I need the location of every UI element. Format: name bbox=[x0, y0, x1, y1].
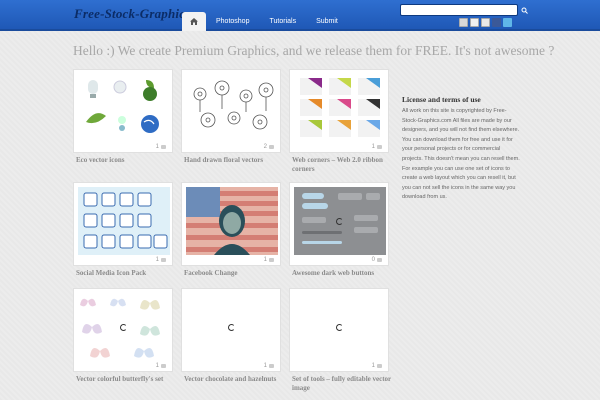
card-web-corners[interactable]: 1 bbox=[289, 69, 389, 153]
caption-floral-vectors[interactable]: Hand drawn floral vectors bbox=[184, 156, 292, 165]
card-chocolate-hazelnuts[interactable]: 1 bbox=[181, 288, 281, 372]
rss-icon[interactable] bbox=[459, 18, 468, 27]
comment-count: 1 bbox=[372, 363, 382, 369]
comment-icon bbox=[161, 145, 166, 149]
eco-icons-thumbnail bbox=[86, 80, 159, 133]
card-butterfly-set[interactable]: 1 bbox=[73, 288, 173, 372]
card-set-of-tools[interactable]: 1 bbox=[289, 288, 389, 372]
search-button[interactable] bbox=[519, 4, 529, 16]
caption-dark-web-buttons[interactable]: Awesome dark web buttons bbox=[292, 269, 400, 278]
caption-eco-icons[interactable]: Eco vector icons bbox=[76, 156, 184, 165]
nav-tutorials[interactable]: Tutorials bbox=[259, 12, 306, 31]
site-logo[interactable]: Free-Stock-Graphics bbox=[74, 6, 190, 22]
comment-icon bbox=[161, 364, 166, 368]
email-icon[interactable] bbox=[470, 18, 479, 27]
comment-icon bbox=[377, 145, 382, 149]
home-icon bbox=[190, 18, 198, 25]
comment-count: 1 bbox=[156, 144, 166, 150]
card-floral-vectors[interactable]: 2 bbox=[181, 69, 281, 153]
comment-icon bbox=[269, 145, 274, 149]
caption-facebook-change[interactable]: Facebook Change bbox=[184, 269, 292, 278]
web-corners-thumbnail bbox=[300, 78, 380, 137]
comment-icon bbox=[269, 258, 274, 262]
comment-count: 1 bbox=[264, 257, 274, 263]
top-header-bar: Free-Stock-Graphics Photoshop Tutorials … bbox=[0, 0, 600, 31]
nav-photoshop[interactable]: Photoshop bbox=[206, 12, 259, 31]
card-dark-web-buttons[interactable]: 0 bbox=[289, 182, 389, 266]
facebook-change-thumbnail bbox=[186, 187, 278, 255]
card-facebook-change[interactable]: 1 bbox=[181, 182, 281, 266]
search-icon bbox=[521, 7, 528, 14]
caption-chocolate-hazelnuts[interactable]: Vector chocolate and hazelnuts bbox=[184, 375, 292, 384]
comment-count: 1 bbox=[264, 363, 274, 369]
loading-spinner bbox=[228, 324, 235, 331]
comment-icon bbox=[161, 258, 166, 262]
comment-count: 1 bbox=[156, 363, 166, 369]
comment-icon bbox=[377, 258, 382, 262]
comment-count: 2 bbox=[264, 144, 274, 150]
card-eco-icons[interactable]: 1 bbox=[73, 69, 173, 153]
nav-submit[interactable]: Submit bbox=[306, 12, 348, 31]
caption-social-media-icons[interactable]: Social Media Icon Pack bbox=[76, 269, 184, 278]
comment-count: 1 bbox=[156, 257, 166, 263]
main-nav: Photoshop Tutorials Submit bbox=[182, 12, 348, 31]
search-input[interactable] bbox=[400, 4, 518, 16]
floral-vectors-thumbnail bbox=[193, 80, 274, 130]
page-headline: Hello :) We create Premium Graphics, and… bbox=[73, 43, 555, 58]
license-title: License and terms of use bbox=[402, 95, 481, 104]
nav-home-tab[interactable] bbox=[182, 12, 206, 31]
comment-icon bbox=[269, 364, 274, 368]
twitter-icon[interactable] bbox=[503, 18, 512, 27]
card-social-media-icons[interactable]: 1 bbox=[73, 182, 173, 266]
loading-spinner bbox=[120, 324, 127, 331]
comment-icon bbox=[377, 364, 382, 368]
loading-spinner bbox=[336, 218, 343, 225]
caption-set-of-tools[interactable]: Set of tools – fully editable vector ima… bbox=[292, 375, 400, 392]
license-text: All work on this site is copyrighted by … bbox=[402, 108, 520, 201]
flickr-icon[interactable] bbox=[481, 18, 490, 27]
social-media-icons-thumbnail bbox=[78, 187, 170, 255]
facebook-icon[interactable] bbox=[492, 18, 501, 27]
comment-count: 0 bbox=[372, 257, 382, 263]
caption-butterfly-set[interactable]: Vector colorful butterfly's set bbox=[76, 375, 184, 384]
comment-count: 1 bbox=[372, 144, 382, 150]
social-links bbox=[459, 18, 512, 27]
loading-spinner bbox=[336, 324, 343, 331]
caption-web-corners[interactable]: Web corners – Web 2.0 ribbon corners bbox=[292, 156, 400, 173]
